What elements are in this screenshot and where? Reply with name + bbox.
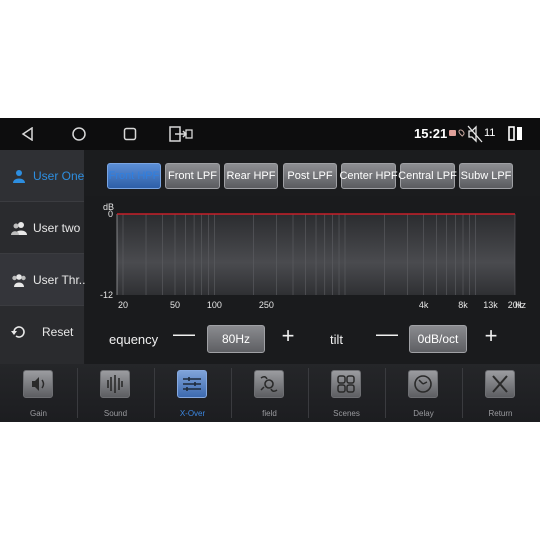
volume-muted-icon [467, 125, 483, 143]
car-head-unit-screen: 15:21 11 User One User two User Thr.. Re… [0, 118, 540, 422]
home-icon[interactable] [68, 124, 90, 144]
frequency-plus-button[interactable]: + [278, 325, 298, 347]
users-icon [11, 221, 27, 235]
screen-switch-icon[interactable] [168, 124, 194, 144]
y-tick-label: -12 [100, 290, 113, 300]
reset-label: Reset [42, 325, 74, 339]
user-item-three[interactable]: User Thr.. [0, 254, 86, 306]
status-bar: 15:21 11 [0, 118, 540, 150]
x-tick-label: 20 [118, 300, 128, 310]
audio-settings-dock: Gain Sound X-Over field Scenes Delay Ret… [0, 364, 540, 422]
tab-central-lpf[interactable]: Central LPF [398, 163, 457, 189]
tab-post-lpf[interactable]: Post LPF [283, 163, 337, 189]
y-tick-label: 0 [108, 209, 113, 219]
crossover-graph: dB 0 -12 20 50 100 250 4k 8k 13k 20k Hz [85, 196, 540, 376]
message-indicator-icon [449, 130, 456, 136]
tab-subw-lpf[interactable]: Subw LPF [459, 163, 513, 189]
dock-label: Sound [103, 409, 128, 418]
tilt-value[interactable]: 0dB/oct [409, 325, 467, 353]
scenes-icon [331, 370, 361, 398]
dock-label: Return [488, 409, 513, 418]
crossover-chart: dB 0-12 20 50 100 250 4k 8k 13k 20k Hz [100, 202, 527, 310]
frequency-value[interactable]: 80Hz [207, 325, 265, 353]
sound-field-icon [254, 370, 284, 398]
user-item-label: User One [33, 168, 85, 183]
tilt-minus-button[interactable]: — [376, 323, 398, 345]
xover-icon [177, 370, 207, 398]
dock-item-xover[interactable]: X-Over [154, 364, 231, 422]
delay-icon [408, 370, 438, 398]
x-axis-label: Hz [515, 300, 526, 310]
clock: 15:21 [414, 126, 448, 141]
tab-rear-hpf[interactable]: Rear HPF [224, 163, 278, 189]
tilt-plus-button[interactable]: + [481, 325, 501, 347]
x-tick-label: 13k [483, 300, 498, 310]
dock-item-gain[interactable]: Gain [0, 364, 77, 422]
reset-icon [11, 326, 25, 338]
x-tick-label: 100 [207, 300, 222, 310]
tab-front-lpf[interactable]: Front LPF [165, 163, 220, 189]
split-screen-icon[interactable] [508, 126, 523, 141]
dock-item-sound[interactable]: Sound [77, 364, 154, 422]
x-tick-label: 50 [170, 300, 180, 310]
volume-level: 11 [484, 127, 496, 139]
frequency-minus-button[interactable]: — [173, 323, 195, 345]
tab-center-hpf[interactable]: Center HPF [339, 163, 398, 189]
dock-item-return[interactable]: Return [462, 364, 539, 422]
tilt-label: tilt [330, 332, 343, 347]
dock-label: Scenes [333, 409, 360, 418]
frequency-label: equency [109, 332, 159, 347]
user-item-one[interactable]: User One [0, 150, 84, 202]
user-icon [13, 169, 25, 183]
dock-label: Delay [413, 409, 434, 418]
recent-apps-icon[interactable] [119, 124, 141, 144]
dock-label: Gain [30, 409, 47, 418]
dock-item-delay[interactable]: Delay [385, 364, 462, 422]
x-tick-label: 250 [259, 300, 274, 310]
user-item-two[interactable]: User two [0, 202, 84, 254]
dock-label: X-Over [179, 409, 206, 418]
user-item-label: User Thr.. [33, 272, 86, 287]
dock-label: field [262, 409, 277, 418]
user-item-label: User two [33, 220, 81, 235]
x-tick-label: 4k [419, 300, 429, 310]
dock-item-scenes[interactable]: Scenes [308, 364, 385, 422]
gain-icon [23, 370, 53, 398]
user-preset-panel: User One User two User Thr.. Reset [0, 150, 86, 380]
return-icon [485, 370, 515, 398]
dock-item-field[interactable]: field [231, 364, 308, 422]
reset-button[interactable]: Reset [0, 306, 84, 358]
location-indicator-icon [457, 128, 466, 137]
back-icon[interactable] [17, 124, 39, 144]
x-tick-label: 8k [458, 300, 468, 310]
tab-front-hpf[interactable]: Front HPF [107, 163, 161, 189]
sound-icon [100, 370, 130, 398]
users-group-icon [12, 273, 26, 287]
